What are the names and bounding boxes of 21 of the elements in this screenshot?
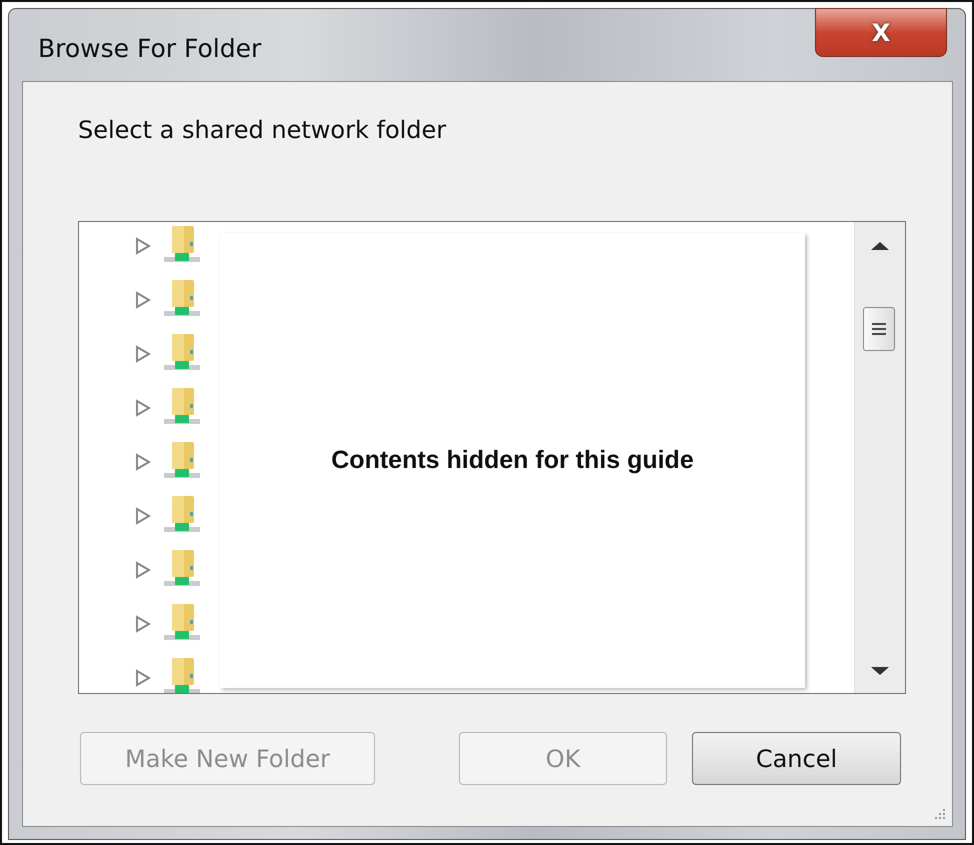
expand-arrow-icon[interactable] xyxy=(135,345,151,363)
vertical-scrollbar[interactable] xyxy=(854,222,905,693)
window-title: Browse For Folder xyxy=(38,34,262,63)
resize-grip-icon[interactable] xyxy=(932,806,946,820)
expand-arrow-icon[interactable] xyxy=(135,507,151,525)
hidden-contents-note: Contents hidden for this guide xyxy=(331,446,694,475)
expand-arrow-icon[interactable] xyxy=(135,561,151,579)
expand-arrow-icon[interactable] xyxy=(135,669,151,687)
close-button[interactable]: X xyxy=(815,8,947,57)
scroll-up-icon[interactable] xyxy=(871,242,889,250)
expand-arrow-icon[interactable] xyxy=(135,291,151,309)
expand-arrow-icon[interactable] xyxy=(135,399,151,417)
prompt-text: Select a shared network folder xyxy=(78,116,446,144)
network-folder-icon xyxy=(163,658,201,693)
expand-arrow-icon[interactable] xyxy=(135,453,151,471)
scroll-thumb[interactable] xyxy=(863,307,895,351)
expand-arrow-icon[interactable] xyxy=(135,237,151,255)
scroll-down-icon[interactable] xyxy=(871,667,889,675)
grip-lines-icon xyxy=(871,321,887,337)
expand-arrow-icon[interactable] xyxy=(135,615,151,633)
dialog-button[interactable]: Cancel xyxy=(692,732,901,785)
